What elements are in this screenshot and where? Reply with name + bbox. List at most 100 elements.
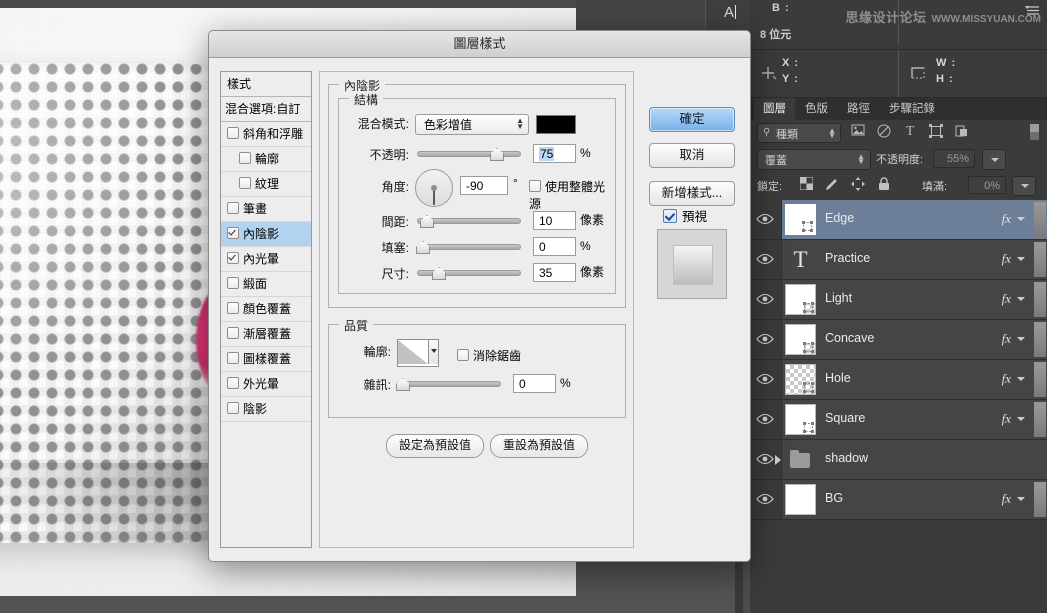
effect-enable-checkbox[interactable] [227,302,239,314]
panel-tab-1[interactable]: 圖層 [754,98,795,120]
layer-row[interactable]: Hole fx [750,360,1047,400]
styles-header[interactable]: 樣式 [221,72,311,97]
panel-tab-2[interactable]: 色版 [796,98,837,120]
eye-icon[interactable] [756,453,774,465]
new-style-button[interactable]: 新增樣式... [649,181,735,206]
lock-all-icon[interactable] [876,177,892,193]
layer-thumbnail[interactable] [785,284,816,315]
chevron-down-icon[interactable] [1017,417,1025,421]
layer-row[interactable]: Edge fx [750,200,1047,240]
effect-enable-checkbox[interactable] [227,277,239,289]
noise-slider-knob[interactable] [396,378,410,391]
opacity-dropdown-arrow[interactable] [982,149,1006,170]
eye-icon[interactable] [756,493,774,505]
use-global-light-checkbox[interactable]: 使用整體光源 [529,178,615,212]
layer-row[interactable]: BG fx [750,480,1047,520]
fx-icon[interactable]: fx [1002,331,1011,347]
layer-thumbnail[interactable] [785,324,816,355]
style-effect-item[interactable]: 紋理 [221,172,311,197]
distance-slider-knob[interactable] [420,215,434,228]
contour-picker[interactable] [397,339,439,367]
angle-input[interactable]: -90 [460,176,508,195]
eye-icon[interactable] [756,413,774,425]
layer-row[interactable]: Square fx [750,400,1047,440]
antialias-checkbox[interactable]: 消除鋸齒 [457,347,521,364]
layer-thumbnail[interactable] [785,364,816,395]
image-filter-icon[interactable] [850,124,866,140]
size-input[interactable]: 35 [533,263,576,282]
panel-menu-icon[interactable] [1025,4,1041,17]
chevron-down-icon[interactable] [1017,297,1025,301]
shape-filter-icon[interactable] [928,124,944,140]
cancel-button[interactable]: 取消 [649,143,735,168]
style-effect-item[interactable]: 輪廓 [221,147,311,172]
choke-slider[interactable] [416,241,521,254]
type-filter-icon[interactable]: T [902,124,918,140]
effect-enable-checkbox[interactable] [227,227,239,239]
size-slider[interactable] [417,267,521,280]
layer-thumbnail[interactable] [785,404,816,435]
panel-tab-3[interactable]: 路徑 [838,98,879,120]
effect-enable-checkbox[interactable] [227,127,239,139]
choke-slider-knob[interactable] [416,241,430,254]
filter-kind-select[interactable]: ⚲ 種類 ▲ ▼ [757,123,841,143]
effect-enable-checkbox[interactable] [227,202,239,214]
shadow-color-swatch[interactable] [536,115,576,134]
noise-slider[interactable] [396,378,501,391]
filter-toggle-icon[interactable] [1030,124,1039,140]
layer-row[interactable]: shadow [750,440,1047,480]
effect-enable-checkbox[interactable] [239,177,251,189]
effect-enable-checkbox[interactable] [227,252,239,264]
style-effect-item[interactable]: 內陰影 [221,222,311,247]
style-effect-item[interactable]: 圖樣覆蓋 [221,347,311,372]
panel-tab-4[interactable]: 步驟記錄 [880,98,944,120]
set-default-button[interactable]: 設定為預設值 [386,434,484,458]
opacity-slider[interactable] [417,148,521,161]
lock-image-icon[interactable] [824,177,840,193]
reset-default-button[interactable]: 重設為預設值 [490,434,588,458]
angle-dial[interactable] [415,169,453,207]
chevron-right-icon[interactable] [775,455,781,465]
eye-icon[interactable] [756,213,774,225]
style-effect-item[interactable]: 斜角和浮雕 [221,122,311,147]
chevron-down-icon[interactable] [1017,337,1025,341]
chevron-down-icon[interactable] [428,340,438,364]
layer-row[interactable]: T Practice fx [750,240,1047,280]
style-effect-item[interactable]: 陰影 [221,397,311,422]
effect-enable-checkbox[interactable] [227,327,239,339]
chevron-down-icon[interactable] [1017,217,1025,221]
choke-input[interactable]: 0 [533,237,576,256]
lock-transparency-icon[interactable] [798,176,814,193]
effect-enable-checkbox[interactable] [227,402,239,414]
layer-row[interactable]: Concave fx [750,320,1047,360]
blend-mode-select[interactable]: 覆蓋 ▲ ▼ [757,149,871,170]
fx-icon[interactable]: fx [1002,371,1011,387]
distance-input[interactable]: 10 [533,211,576,230]
preview-checkbox[interactable]: 預視 [663,206,707,225]
distance-slider[interactable] [417,215,521,228]
opacity-slider-knob[interactable] [490,148,504,161]
layer-thumbnail[interactable] [785,484,816,515]
style-effect-item[interactable]: 筆畫 [221,197,311,222]
style-effect-item[interactable]: 外光暈 [221,372,311,397]
smartobject-filter-icon[interactable] [954,124,970,140]
blending-options-item[interactable]: 混合選項:自訂 [221,97,311,122]
fill-value[interactable]: 0% [968,176,1006,194]
fx-icon[interactable]: fx [1002,251,1011,267]
size-slider-knob[interactable] [432,267,446,280]
style-effect-item[interactable]: 顏色覆蓋 [221,297,311,322]
eye-icon[interactable] [756,333,774,345]
layer-thumbnail[interactable] [785,204,816,235]
fx-icon[interactable]: fx [1002,291,1011,307]
chevron-down-icon[interactable] [1017,497,1025,501]
style-effect-item[interactable]: 漸層覆蓋 [221,322,311,347]
blend-mode-select[interactable]: 色彩增值 ▲ ▼ [415,114,529,135]
effect-enable-checkbox[interactable] [227,352,239,364]
fill-dropdown-arrow[interactable] [1012,176,1036,196]
chevron-down-icon[interactable] [1017,377,1025,381]
ok-button[interactable]: 確定 [649,107,735,132]
lock-position-icon[interactable] [850,177,866,193]
chevron-down-icon[interactable] [1017,257,1025,261]
eye-icon[interactable] [756,253,774,265]
effect-enable-checkbox[interactable] [239,152,251,164]
